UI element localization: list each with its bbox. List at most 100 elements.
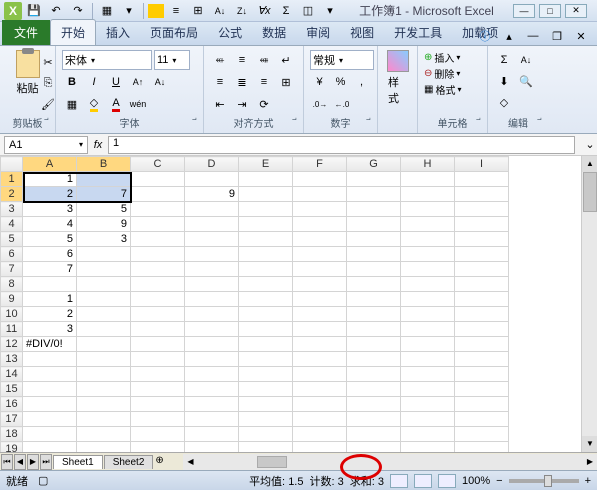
undo-icon[interactable]: ↶ [46,2,66,20]
sheet-nav-prev-icon[interactable]: ◀ [14,454,26,470]
file-tab[interactable]: 文件 [2,20,50,45]
col-header-A[interactable]: A [23,157,77,172]
autosum-icon[interactable]: Σ [494,50,514,70]
cell-E5[interactable] [239,232,293,247]
decrease-decimal-icon[interactable]: ←.0 [332,94,352,114]
cell-E3[interactable] [239,202,293,217]
row-header-15[interactable]: 15 [1,382,23,397]
cell-I16[interactable] [455,397,509,412]
cell-A19[interactable] [23,442,77,453]
doc-restore-icon[interactable]: ❐ [547,26,567,46]
cell-D6[interactable] [185,247,239,262]
increase-font-icon[interactable]: A↑ [128,72,148,92]
cell-D14[interactable] [185,367,239,382]
cell-B5[interactable]: 3 [77,232,131,247]
cell-E12[interactable] [239,337,293,352]
cell-C14[interactable] [131,367,185,382]
cell-D2[interactable]: 9 [185,187,239,202]
row-header-17[interactable]: 17 [1,412,23,427]
sheet-nav-last-icon[interactable]: ⏭ [40,454,52,470]
name-box[interactable]: A1▾ [4,136,88,154]
cell-D10[interactable] [185,307,239,322]
zoom-level[interactable]: 100% [462,475,490,487]
cell-I1[interactable] [455,172,509,187]
cell-G3[interactable] [347,202,401,217]
cell-H11[interactable] [401,322,455,337]
cell-C5[interactable] [131,232,185,247]
cell-C18[interactable] [131,427,185,442]
sort-filter-icon[interactable]: A↓ [516,50,536,70]
underline-button[interactable]: U [106,72,126,92]
phonetic-icon[interactable]: wén [128,94,148,114]
align-bottom-icon[interactable]: ⬵ [254,50,274,70]
cell-A4[interactable]: 4 [23,217,77,232]
col-header-D[interactable]: D [185,157,239,172]
cell-I6[interactable] [455,247,509,262]
cell-C1[interactable] [131,172,185,187]
cell-B14[interactable] [77,367,131,382]
zoom-slider[interactable] [509,479,579,483]
view-pagelayout-icon[interactable] [414,474,432,488]
row-header-2[interactable]: 2 [1,187,23,202]
styles-button[interactable]: 样式 [384,48,411,108]
ribbon-minimize-icon[interactable]: ▴ [499,26,519,46]
cell-E18[interactable] [239,427,293,442]
cell-E2[interactable] [239,187,293,202]
cell-B6[interactable] [77,247,131,262]
cell-H2[interactable] [401,187,455,202]
cell-I14[interactable] [455,367,509,382]
cell-G13[interactable] [347,352,401,367]
merge-icon[interactable]: ⊞ [188,2,208,20]
cell-C19[interactable] [131,442,185,453]
tab-insert[interactable]: 插入 [96,20,140,45]
col-header-C[interactable]: C [131,157,185,172]
cell-C6[interactable] [131,247,185,262]
cell-G15[interactable] [347,382,401,397]
tab-review[interactable]: 审阅 [296,20,340,45]
cell-H19[interactable] [401,442,455,453]
cell-H15[interactable] [401,382,455,397]
cell-F18[interactable] [293,427,347,442]
bold-button[interactable]: B [62,72,82,92]
sort-desc-icon[interactable]: Z↓ [232,2,252,20]
cell-A9[interactable]: 1 [23,292,77,307]
cell-I8[interactable] [455,277,509,292]
cell-E19[interactable] [239,442,293,453]
cell-C9[interactable] [131,292,185,307]
cell-D15[interactable] [185,382,239,397]
font-size-dropdown[interactable]: 11▾ [154,50,190,70]
cell-I11[interactable] [455,322,509,337]
cell-G8[interactable] [347,277,401,292]
cell-D4[interactable] [185,217,239,232]
cell-I5[interactable] [455,232,509,247]
cell-D8[interactable] [185,277,239,292]
cell-A12[interactable]: #DIV/0! [23,337,77,352]
tab-formulas[interactable]: 公式 [208,20,252,45]
cell-I15[interactable] [455,382,509,397]
qat-customize-icon[interactable]: ▾ [320,2,340,20]
cell-E8[interactable] [239,277,293,292]
cell-I17[interactable] [455,412,509,427]
insert-cells-button[interactable]: ⊕插入▾ [424,50,481,65]
cell-H14[interactable] [401,367,455,382]
cell-C12[interactable] [131,337,185,352]
cell-D18[interactable] [185,427,239,442]
cell-C16[interactable] [131,397,185,412]
format-painter-icon[interactable]: 🖌 [38,94,58,114]
align-center-button[interactable]: ≣ [232,72,252,92]
cell-H7[interactable] [401,262,455,277]
cell-A14[interactable] [23,367,77,382]
cell-E10[interactable] [239,307,293,322]
scroll-right-icon[interactable]: ▶ [583,457,597,466]
cell-H8[interactable] [401,277,455,292]
orientation-icon[interactable]: ⟳ [254,94,274,114]
align-top-icon[interactable]: ⬴ [210,50,230,70]
cell-A11[interactable]: 3 [23,322,77,337]
col-header-I[interactable]: I [455,157,509,172]
cell-C4[interactable] [131,217,185,232]
cell-G19[interactable] [347,442,401,453]
cell-F19[interactable] [293,442,347,453]
cell-B10[interactable] [77,307,131,322]
row-header-5[interactable]: 5 [1,232,23,247]
cell-D17[interactable] [185,412,239,427]
